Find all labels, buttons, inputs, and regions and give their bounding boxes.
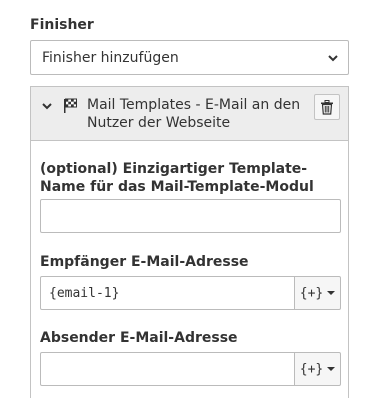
sender-placeholder-button[interactable]: {+}	[295, 352, 341, 386]
checkered-flag-icon	[64, 98, 77, 113]
sender-email-label: Absender E-Mail-Adresse	[40, 330, 238, 346]
add-finisher-select[interactable]: Finisher hinzufügen	[30, 40, 349, 75]
delete-finisher-button[interactable]	[314, 94, 340, 120]
trash-icon	[321, 99, 333, 115]
recipient-email-label: Empfänger E-Mail-Adresse	[40, 254, 249, 270]
chevron-down-icon	[328, 55, 338, 62]
finisher-section-label: Finisher	[30, 17, 94, 33]
recipient-placeholder-button[interactable]: {+}	[295, 276, 341, 310]
placeholder-button-label: {+}	[299, 285, 324, 301]
finisher-panel-header: Mail Templates - E-Mail an den Nutzer de…	[31, 87, 348, 141]
caret-down-icon	[327, 291, 336, 295]
caret-down-icon	[327, 367, 336, 371]
recipient-email-input[interactable]	[40, 276, 295, 310]
finisher-editor: Finisher Finisher hinzufügen Mail Templa…	[0, 0, 382, 398]
sender-email-input[interactable]	[40, 352, 295, 386]
placeholder-button-label: {+}	[299, 361, 324, 377]
chevron-down-icon[interactable]	[41, 100, 53, 112]
add-finisher-select-value: Finisher hinzufügen	[42, 49, 179, 66]
template-name-label: (optional) Einzigartiger Template-Name f…	[40, 161, 314, 195]
finisher-panel-mail-templates: Mail Templates - E-Mail an den Nutzer de…	[30, 86, 349, 398]
template-name-input[interactable]	[40, 199, 341, 233]
finisher-panel-title: Mail Templates - E-Mail an den Nutzer de…	[87, 97, 301, 131]
